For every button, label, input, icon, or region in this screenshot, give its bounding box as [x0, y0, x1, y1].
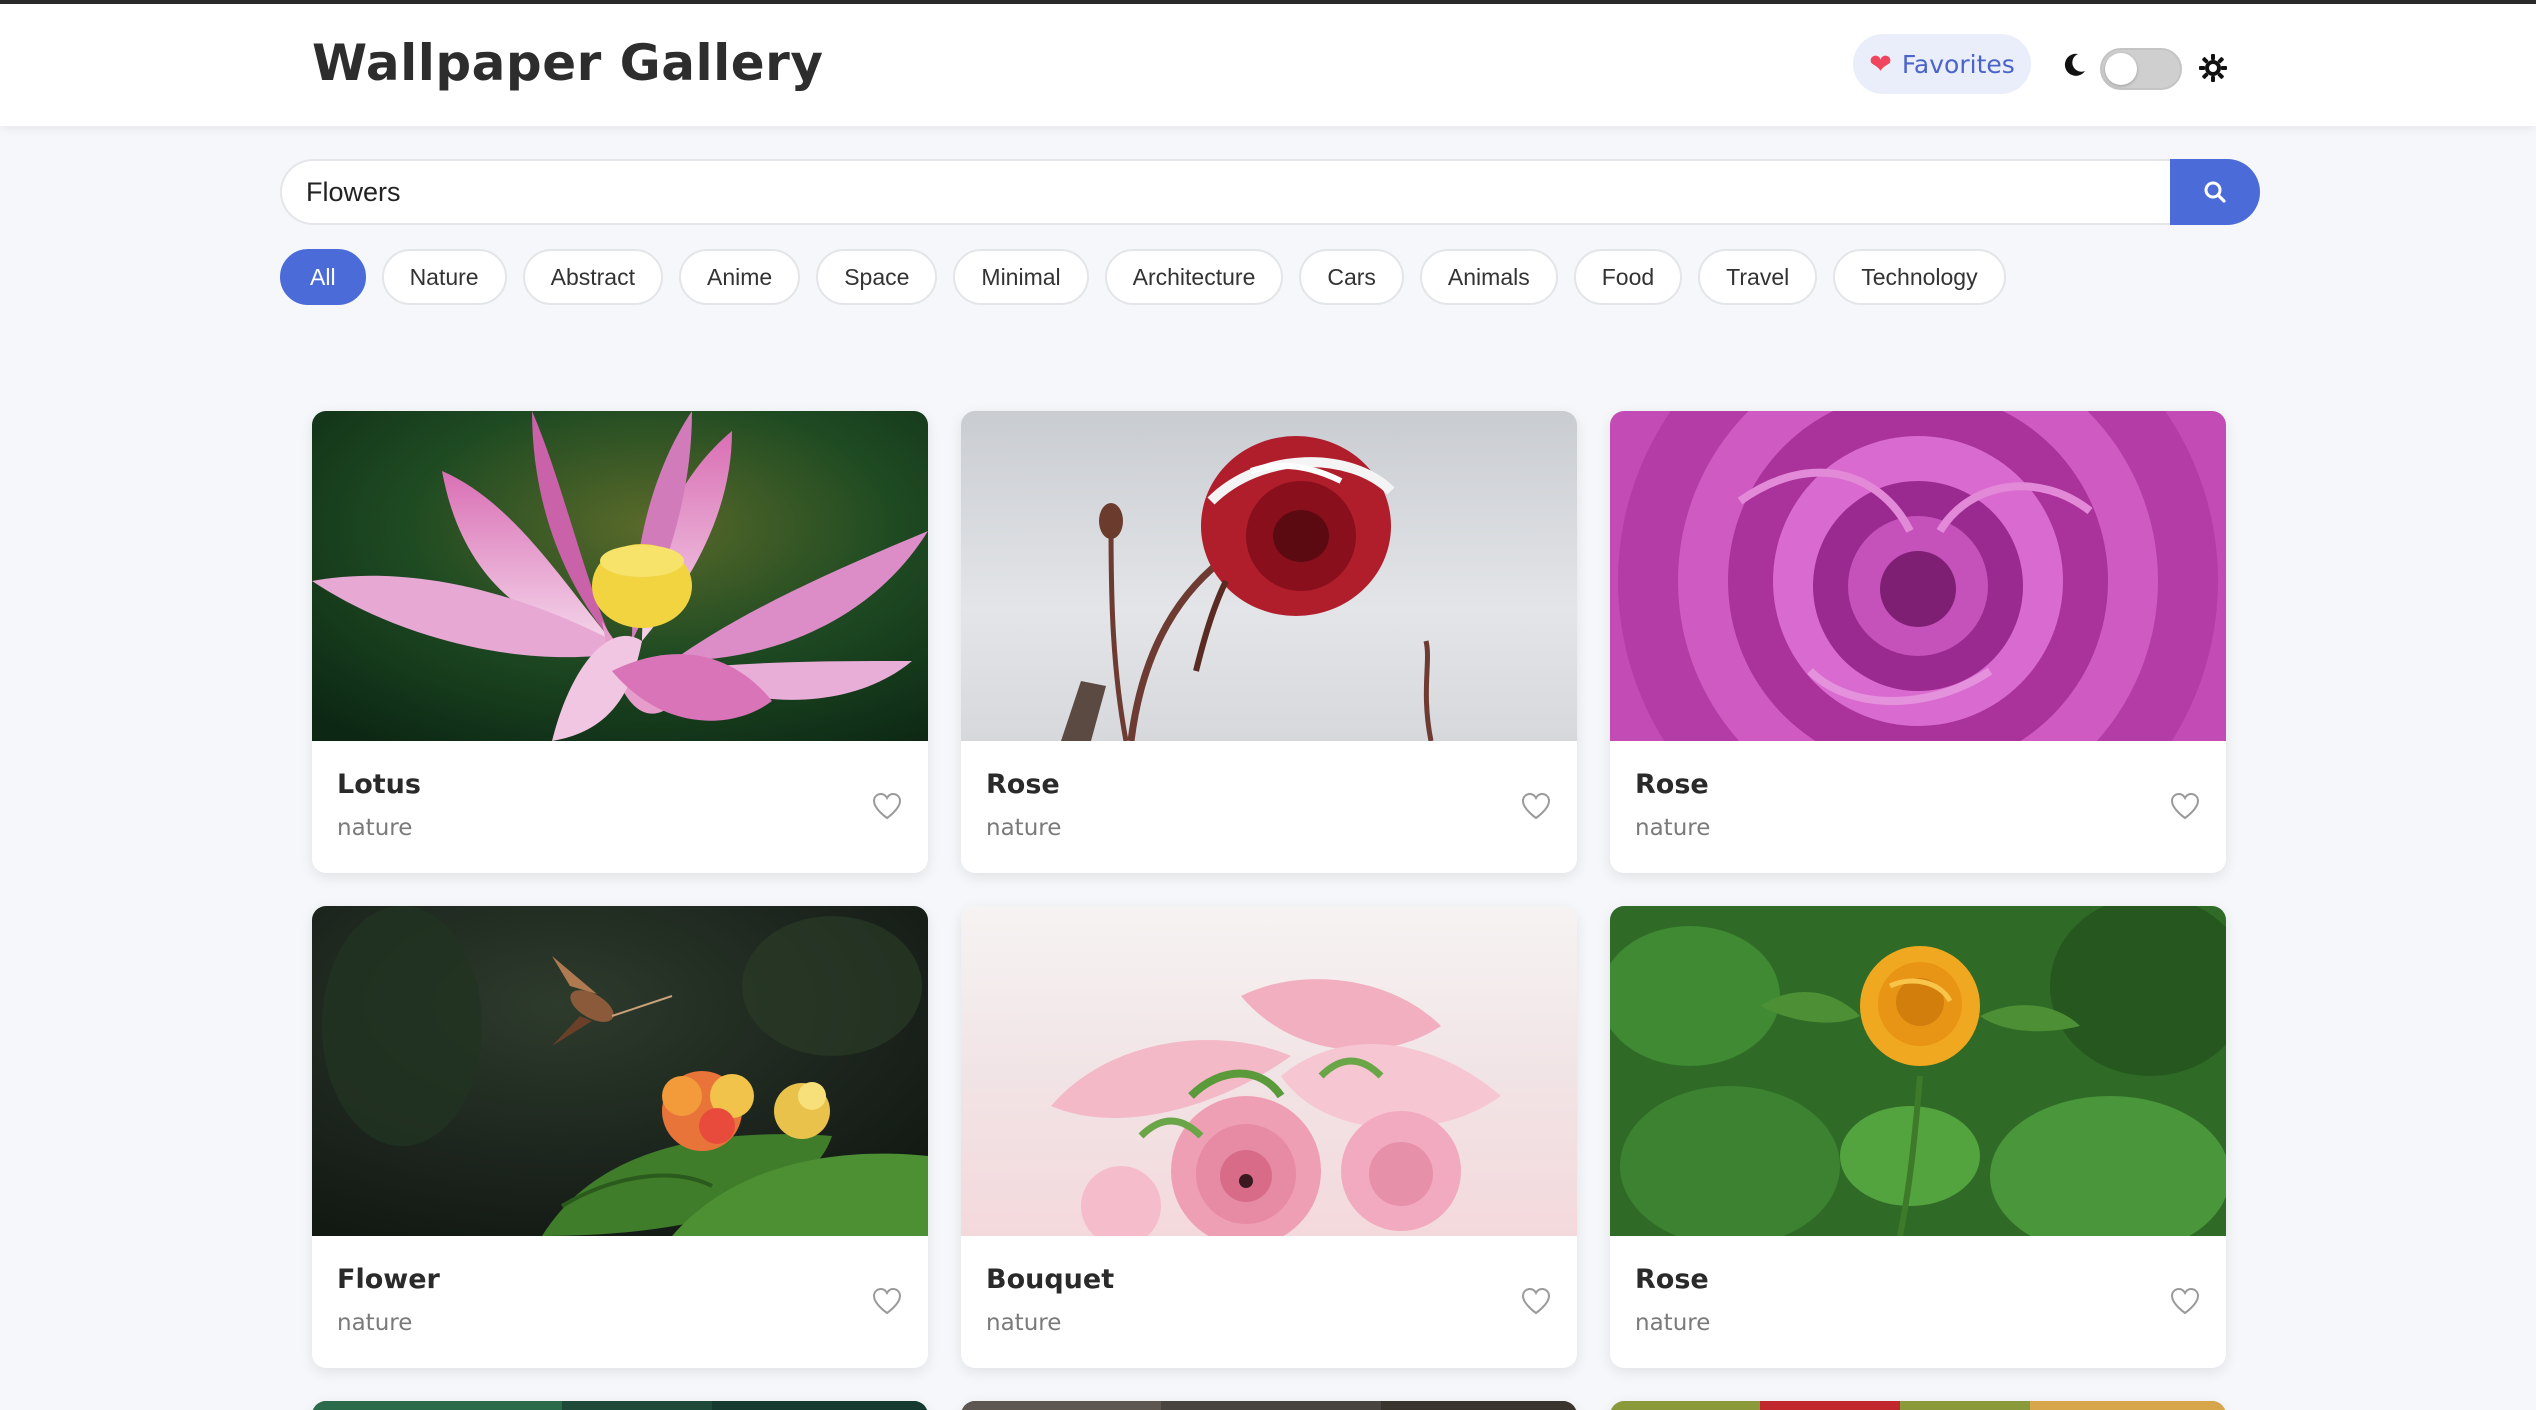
- card-title: Lotus: [337, 769, 421, 800]
- filter-chip-space[interactable]: Space: [816, 249, 938, 305]
- card-category: nature: [337, 815, 413, 841]
- filter-chip-food[interactable]: Food: [1573, 249, 1683, 305]
- favorite-heart-icon[interactable]: [872, 792, 902, 820]
- card-title: Rose: [1635, 769, 1709, 800]
- favorite-heart-icon[interactable]: [2170, 792, 2200, 820]
- wallpaper-image[interactable]: [312, 1401, 928, 1410]
- card-title: Rose: [1635, 1264, 1709, 1295]
- wallpaper-image[interactable]: [1610, 906, 2226, 1236]
- wallpaper-card[interactable]: Rose nature: [1610, 411, 2226, 873]
- favorites-label: Favorites: [1901, 49, 2015, 79]
- moon-icon: [2064, 53, 2085, 76]
- filter-chip-cars[interactable]: Cars: [1299, 249, 1404, 305]
- filter-chip-abstract[interactable]: Abstract: [522, 249, 663, 305]
- filter-chip-technology[interactable]: Technology: [1833, 249, 2006, 305]
- wallpaper-image[interactable]: [312, 411, 928, 741]
- filter-chip-minimal[interactable]: Minimal: [953, 249, 1089, 305]
- wallpaper-card[interactable]: [1610, 1401, 2226, 1410]
- favorites-button[interactable]: ❤ Favorites: [1853, 34, 2031, 94]
- theme-toggle[interactable]: [2100, 48, 2182, 90]
- app-title: Wallpaper Gallery: [312, 34, 824, 92]
- card-category: nature: [1635, 1310, 1711, 1336]
- filter-chip-travel[interactable]: Travel: [1698, 249, 1818, 305]
- wallpaper-card[interactable]: [961, 1401, 1577, 1410]
- wallpaper-card[interactable]: Flower nature: [312, 906, 928, 1368]
- card-category: nature: [1635, 815, 1711, 841]
- wallpaper-image[interactable]: [312, 906, 928, 1236]
- wallpaper-card[interactable]: Rose nature: [1610, 906, 2226, 1368]
- wallpaper-card[interactable]: [312, 1401, 928, 1410]
- wallpaper-image[interactable]: [961, 411, 1577, 741]
- sun-icon: [2199, 54, 2227, 82]
- card-category: nature: [986, 1310, 1062, 1336]
- wallpaper-image[interactable]: [1610, 1401, 2226, 1410]
- wallpaper-card[interactable]: Bouquet nature: [961, 906, 1577, 1368]
- category-filters: All Nature Abstract Anime Space Minimal …: [280, 249, 2006, 305]
- wallpaper-image[interactable]: [961, 906, 1577, 1236]
- heart-icon: ❤: [1869, 48, 1892, 80]
- wallpaper-image[interactable]: [961, 1401, 1577, 1410]
- search-icon: [2204, 181, 2226, 203]
- filter-chip-anime[interactable]: Anime: [678, 249, 801, 305]
- favorite-heart-icon[interactable]: [1521, 792, 1551, 820]
- card-title: Flower: [337, 1264, 440, 1295]
- card-category: nature: [986, 815, 1062, 841]
- wallpaper-card[interactable]: Lotus nature: [312, 411, 928, 873]
- card-title: Rose: [986, 769, 1060, 800]
- app-header: Wallpaper Gallery ❤ Favorites: [0, 4, 2536, 126]
- favorite-heart-icon[interactable]: [1521, 1287, 1551, 1315]
- filter-chip-all[interactable]: All: [280, 249, 366, 305]
- wallpaper-card[interactable]: Rose nature: [961, 411, 1577, 873]
- toggle-knob: [2105, 53, 2137, 85]
- card-title: Bouquet: [986, 1264, 1115, 1295]
- filter-chip-architecture[interactable]: Architecture: [1104, 249, 1284, 305]
- card-category: nature: [337, 1310, 413, 1336]
- favorite-heart-icon[interactable]: [872, 1287, 902, 1315]
- search-button[interactable]: [2170, 159, 2260, 225]
- filter-chip-nature[interactable]: Nature: [381, 249, 507, 305]
- search-input[interactable]: [280, 159, 2172, 225]
- favorite-heart-icon[interactable]: [2170, 1287, 2200, 1315]
- wallpaper-image[interactable]: [1610, 411, 2226, 741]
- filter-chip-animals[interactable]: Animals: [1419, 249, 1558, 305]
